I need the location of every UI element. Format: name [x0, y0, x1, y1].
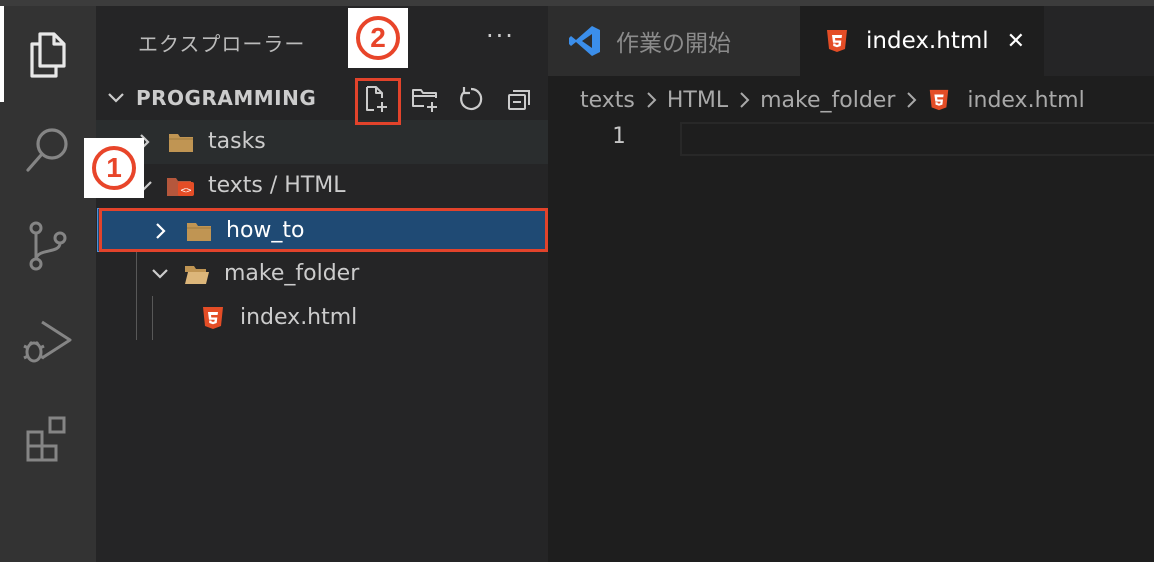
workspace-section-header[interactable]: PROGRAMMING: [96, 76, 548, 120]
close-icon[interactable]: ✕: [1007, 29, 1025, 54]
tree-item-make-folder[interactable]: make_folder: [96, 252, 548, 296]
tree-label-texts-html: texts / HTML: [208, 173, 346, 198]
tree-label-make-folder: make_folder: [224, 261, 360, 286]
tree-item-index-html[interactable]: index.html: [96, 296, 548, 340]
html5-icon: [930, 89, 949, 111]
annotation-number-two: 2: [356, 16, 400, 60]
active-indicator: [0, 6, 4, 102]
annotation-box-new-file: [355, 78, 401, 125]
workspace-name: PROGRAMMING: [136, 86, 317, 110]
tab-welcome[interactable]: 作業の開始: [548, 6, 800, 76]
editor-current-line[interactable]: [680, 122, 1154, 156]
activity-bar: [0, 6, 96, 562]
new-folder-icon: [412, 89, 437, 112]
tab-welcome-label: 作業の開始: [616, 31, 731, 57]
collapse-all-icon: [508, 90, 530, 110]
refresh-icon: [460, 87, 483, 111]
files-icon: [30, 32, 66, 78]
refresh-button[interactable]: [454, 82, 488, 116]
breadcrumb: texts HTML make_folder index.html: [580, 84, 1085, 116]
source-control-icon: [29, 221, 67, 271]
activity-source-control[interactable]: [0, 198, 96, 294]
tree-label-tasks: tasks: [208, 129, 266, 154]
chevron-down-icon: [108, 93, 124, 103]
html-folder-icon: <>: [167, 178, 194, 196]
chevron-down-icon: [152, 269, 168, 279]
html5-icon: [827, 30, 847, 52]
annotation-box-how-to: [99, 208, 548, 252]
html5-icon: [203, 307, 223, 329]
folder-icon: [169, 134, 193, 152]
tree-item-texts-html[interactable]: <> texts / HTML: [96, 164, 548, 208]
activity-run-debug[interactable]: [0, 294, 96, 390]
tree-item-tasks[interactable]: tasks: [96, 120, 548, 164]
folder-open-icon: [185, 266, 209, 284]
breadcrumb-make-folder[interactable]: make_folder: [760, 88, 895, 113]
annotation-badge-one: 1: [84, 138, 144, 198]
svg-text:<>: <>: [181, 186, 192, 196]
extensions-icon: [26, 416, 66, 462]
activity-extensions[interactable]: [0, 390, 96, 486]
new-folder-button[interactable]: [408, 82, 442, 116]
tab-index-html[interactable]: index.html ✕: [800, 6, 1044, 76]
breadcrumb-html[interactable]: HTML: [667, 88, 728, 113]
breadcrumb-index-html[interactable]: index.html: [967, 88, 1084, 113]
collapse-all-button[interactable]: [502, 82, 536, 116]
search-icon: [26, 128, 68, 172]
run-debug-icon: [23, 320, 72, 363]
chevron-right-icon: [740, 92, 750, 108]
explorer-sidebar: エクスプローラー ··· PROGRAMMING tasks <> texts …: [96, 6, 548, 562]
annotation-badge-two: 2: [348, 8, 408, 68]
tree-label-index-html: index.html: [240, 305, 358, 330]
activity-explorer[interactable]: [0, 6, 96, 102]
editor-tab-bar: 作業の開始 index.html ✕: [548, 6, 1154, 76]
tab-index-label: index.html: [866, 28, 989, 54]
activity-search[interactable]: [0, 102, 96, 198]
sidebar-title: エクスプローラー: [138, 32, 306, 56]
vscode-logo-icon: [569, 26, 600, 56]
chevron-right-icon: [907, 92, 917, 108]
line-number: 1: [612, 124, 626, 149]
breadcrumb-texts[interactable]: texts: [580, 88, 635, 113]
annotation-number-one: 1: [92, 146, 136, 190]
more-actions-button[interactable]: ···: [486, 22, 515, 50]
chevron-right-icon: [647, 92, 657, 108]
